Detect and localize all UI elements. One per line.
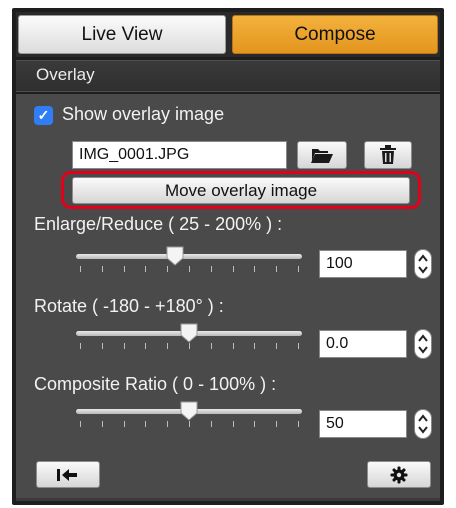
slider-tick (298, 266, 299, 272)
slider-tick (254, 343, 256, 349)
enlarge-value-field[interactable] (319, 250, 407, 278)
slider-tick (123, 266, 125, 272)
slider-tick (276, 343, 278, 349)
slider-tick (189, 421, 190, 427)
slider-tick (276, 421, 278, 427)
settings-button[interactable] (367, 461, 431, 488)
reset-arrow-icon (57, 468, 77, 481)
slider-tick (232, 266, 234, 272)
composite-value-field[interactable] (319, 410, 407, 438)
trash-icon (380, 145, 396, 164)
slider-tick (167, 343, 169, 349)
tab-bar: Live View Compose (16, 12, 440, 57)
stepper-arrows-icon (418, 334, 428, 354)
slider-thumb[interactable] (180, 323, 198, 343)
slider-tick (254, 266, 256, 272)
rotate-stepper[interactable] (414, 329, 432, 359)
slider-tick (210, 343, 212, 349)
show-overlay-checkbox[interactable]: ✓ (34, 106, 53, 125)
rotate-value-field[interactable] (319, 330, 407, 358)
enlarge-stepper[interactable] (414, 249, 432, 279)
slider-tick (276, 266, 278, 272)
composite-label: Composite Ratio ( 0 - 100% ) : (34, 374, 277, 394)
slider-tick (101, 343, 103, 349)
slider-tick (101, 266, 103, 272)
slider-tick (210, 266, 212, 272)
highlight-outline (61, 171, 421, 209)
slider-tick (189, 343, 190, 349)
slider-tick (232, 421, 234, 427)
section-title: Overlay (36, 65, 95, 84)
slider-tick (210, 421, 212, 427)
stepper-arrows-icon (418, 254, 428, 274)
slider-tick (145, 421, 147, 427)
slider-thumb[interactable] (180, 401, 198, 421)
slider-thumb[interactable] (166, 246, 184, 266)
panel-bottom-edge (16, 498, 440, 501)
slider-tick (80, 421, 81, 427)
section-header: Overlay (16, 60, 440, 92)
slider-tick (145, 266, 147, 272)
slider-tick (80, 343, 81, 349)
show-overlay-label: Show overlay image (62, 104, 225, 124)
enlarge-label: Enlarge/Reduce ( 25 - 200% ) : (34, 214, 283, 234)
composite-stepper[interactable] (414, 409, 432, 439)
folder-open-icon (311, 149, 333, 163)
slider-tick (123, 343, 125, 349)
slider-tick (298, 343, 299, 349)
checkmark-icon: ✓ (37, 107, 50, 123)
slider-tick (145, 343, 147, 349)
stepper-arrows-icon (418, 414, 428, 434)
slider-tick (189, 266, 190, 272)
reset-button[interactable] (36, 461, 100, 488)
slider-tick (254, 421, 256, 427)
slider-track[interactable] (76, 254, 302, 259)
slider-tick (80, 266, 81, 272)
slider-tick (123, 421, 125, 427)
slider-tick (232, 343, 234, 349)
browse-button[interactable] (297, 141, 347, 169)
slider-tick (167, 266, 169, 272)
overlay-file-field[interactable] (72, 141, 287, 169)
rotate-label: Rotate ( -180 - +180° ) : (34, 296, 224, 316)
slider-tick (101, 421, 103, 427)
delete-button[interactable] (364, 141, 412, 169)
slider-tick (167, 421, 169, 427)
tab-compose[interactable]: Compose (232, 15, 438, 54)
tab-live-view[interactable]: Live View (18, 15, 226, 54)
gear-icon (390, 466, 408, 483)
slider-tick (298, 421, 299, 427)
